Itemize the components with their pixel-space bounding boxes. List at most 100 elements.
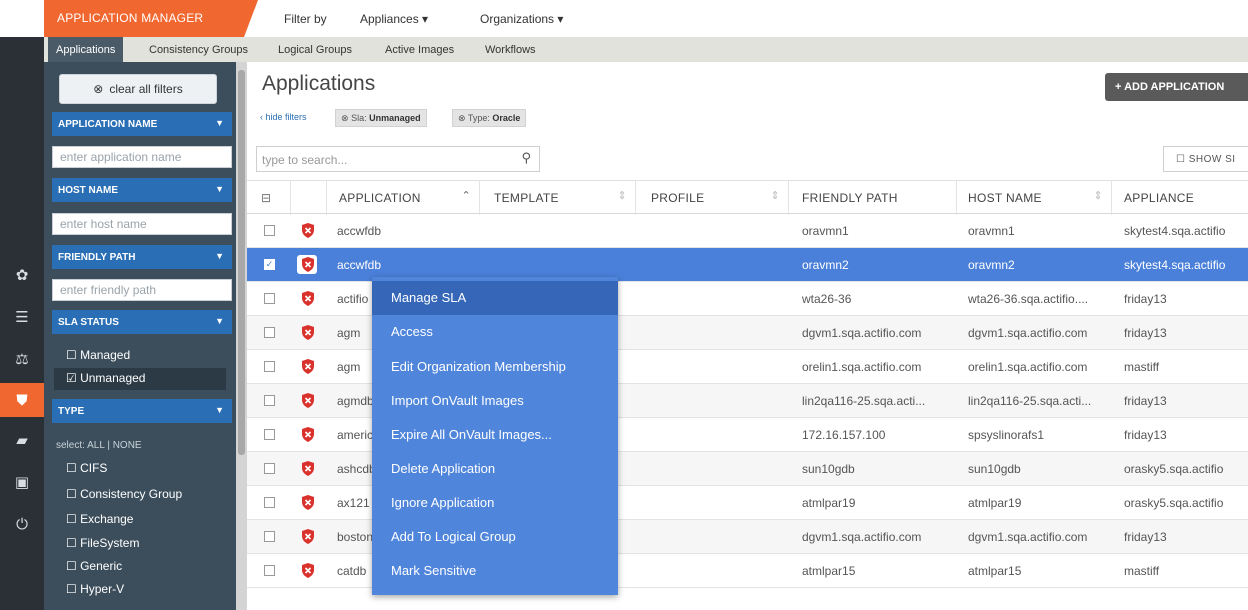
hide-filters-link[interactable]: ‹ hide filters [260,112,307,122]
power-icon[interactable]: ⏻ [0,507,44,541]
menu-item-add-to-logical-group[interactable]: Add To Logical Group [372,520,618,554]
tab-workflows[interactable]: Workflows [485,37,536,62]
sla-managed-checkbox[interactable]: ☐ Managed [66,348,130,362]
type-hyper-v-checkbox[interactable]: ☐ Hyper-V [66,582,124,596]
type-head-label: TYPE [58,406,85,417]
row-checkbox[interactable] [264,531,275,542]
row-checkbox[interactable] [264,395,275,406]
row-checkbox[interactable] [264,463,275,474]
clear-icon: ⊗ [93,82,104,96]
shield-column-header [291,181,327,215]
storage-icon[interactable]: ▰ [0,423,44,457]
type-generic-checkbox[interactable]: ☐ Generic [66,559,122,573]
chip-sla-label: Sla: [351,113,367,123]
friendly-path-filter-head[interactable]: FRIENDLY PATH ▼ [52,245,232,269]
menu-item-access[interactable]: Access [372,315,618,349]
sla-status-filter-head[interactable]: SLA STATUS ▼ [52,310,232,334]
remove-chip-icon[interactable]: ⊗ [341,113,349,123]
row-checkbox[interactable] [264,497,275,508]
row-checkbox[interactable] [264,293,275,304]
cell-friendly-path: 172.16.157.100 [802,428,886,442]
menu-item-mark-sensitive[interactable]: Mark Sensitive [372,554,618,588]
dashboard-icon[interactable]: ✿ [0,258,44,292]
row-checkbox[interactable] [264,429,275,440]
menu-item-edit-organization-membership[interactable]: Edit Organization Membership [372,350,618,384]
type-filter-head[interactable]: TYPE ▼ [52,399,232,423]
show-selected-button[interactable]: ☐ SHOW SI [1163,146,1248,172]
host-name-filter-head[interactable]: HOST NAME ▼ [52,178,232,202]
organizations-dropdown[interactable]: Organizations ▾ [480,12,563,26]
sort-icon[interactable]: ⇕ [617,189,627,202]
row-checkbox[interactable] [264,327,275,338]
column-application[interactable]: APPLICATION ⌃ [327,181,480,215]
row-checkbox[interactable] [264,361,275,372]
table-row[interactable]: accwfdb oravmn1 oravmn1 skytest4.sqa.actifi… [247,214,1248,248]
unmanaged-shield-icon [302,325,314,340]
friendly-path-input[interactable]: enter friendly path [52,279,232,301]
unmanaged-shield-icon [302,461,314,476]
menu-item-delete-application[interactable]: Delete Application [372,452,618,486]
type-cifs-checkbox[interactable]: ☐ CIFS [66,461,107,475]
monitor-icon[interactable]: ▣ [0,465,44,499]
search-icon: ⚲ [521,150,531,165]
type-filesystem-checkbox[interactable]: ☐ FileSystem [66,536,139,550]
cell-host-name: atmlpar19 [968,496,1022,510]
select-all-checkbox-icon[interactable]: ⊟ [261,191,271,205]
column-template[interactable]: TEMPLATE ⇕ [480,181,636,215]
cell-host-name: dgvm1.sqa.actifio.com [968,326,1088,340]
tab-logical-groups[interactable]: Logical Groups [278,37,352,62]
tab-applications[interactable]: Applications [48,37,124,62]
tab-active-images[interactable]: Active Images [385,37,454,62]
filter-panel: ⊗ clear all filters APPLICATION NAME ▼ e… [44,62,236,610]
column-host-name[interactable]: HOST NAME ⇕ [957,181,1112,215]
menu-item-expire-all-onvault-images[interactable]: Expire All OnVault Images... [372,418,618,452]
column-appliance[interactable]: APPLIANCE [1112,181,1248,215]
row-checkbox[interactable] [264,565,275,576]
type-consistency-group-checkbox[interactable]: ☐ Consistency Group [66,487,182,501]
column-profile[interactable]: PROFILE ⇕ [636,181,789,215]
column-friendly-path[interactable]: FRIENDLY PATH [789,181,957,215]
row-checkbox[interactable] [264,225,275,236]
application-name-input[interactable]: enter application name [52,146,232,168]
reports-icon[interactable]: ⚖ [0,342,44,376]
application-name-filter-head[interactable]: APPLICATION NAME ▼ [52,112,232,136]
context-menu: Manage SLA Access Edit Organization Memb… [372,277,618,595]
database-icon[interactable]: ☰ [0,300,44,334]
menu-item-import-onvault-images[interactable]: Import OnVault Images [372,384,618,418]
add-application-button[interactable]: + ADD APPLICATION [1105,73,1248,101]
clear-filters-button[interactable]: ⊗ clear all filters [59,74,217,104]
type-select-all-none[interactable]: select: ALL | NONE [56,440,142,451]
unmanaged-shield-icon [302,563,314,578]
sub-tabs: Applications Consistency Groups Logical … [44,37,1248,62]
applications-shield-icon[interactable]: ⛊ [0,383,44,417]
application-name-head-label: APPLICATION NAME [58,119,158,130]
sort-icon[interactable]: ⇕ [770,189,780,202]
sla-unmanaged-checkbox[interactable]: ☑ Unmanaged [54,368,226,390]
tab-consistency-groups[interactable]: Consistency Groups [149,37,248,62]
host-name-input[interactable]: enter host name [52,213,232,235]
cell-appliance: skytest4.sqa.actifio [1124,224,1226,238]
menu-item-ignore-application[interactable]: Ignore Application [372,486,618,520]
app-title[interactable]: APPLICATION MANAGER [44,0,258,37]
type-filter-chip[interactable]: ⊗ Type: Oracle [452,109,527,127]
search-input[interactable]: type to search... ⚲ [256,146,540,172]
cell-host-name: oravmn2 [968,258,1015,272]
type-exchange-checkbox[interactable]: ☐ Exchange [66,512,133,526]
cell-appliance: friday13 [1124,292,1167,306]
appliances-dropdown[interactable]: Appliances ▾ [360,12,428,26]
sla-filter-chip[interactable]: ⊗ Sla: Unmanaged [335,109,427,127]
row-checkbox[interactable]: ✓ [264,259,275,270]
select-all-header[interactable]: ⊟ [247,181,291,215]
filter-scrollbar-thumb[interactable] [238,70,245,455]
chip-sla-value: Unmanaged [369,113,421,123]
menu-item-manage-sla[interactable]: Manage SLA [372,281,618,315]
cell-friendly-path: atmlpar15 [802,564,856,578]
cell-host-name: wta26-36.sqa.actifio.... [968,292,1089,306]
cell-appliance: friday13 [1124,394,1167,408]
sort-asc-icon[interactable]: ⌃ [461,189,471,202]
cell-host-name: dgvm1.sqa.actifio.com [968,530,1088,544]
remove-chip-icon[interactable]: ⊗ [458,113,466,123]
table-header: ⊟ APPLICATION ⌃ TEMPLATE ⇕ PROFILE ⇕ FRI… [247,180,1248,215]
sort-icon[interactable]: ⇕ [1093,189,1103,202]
unmanaged-shield-icon [302,257,314,272]
